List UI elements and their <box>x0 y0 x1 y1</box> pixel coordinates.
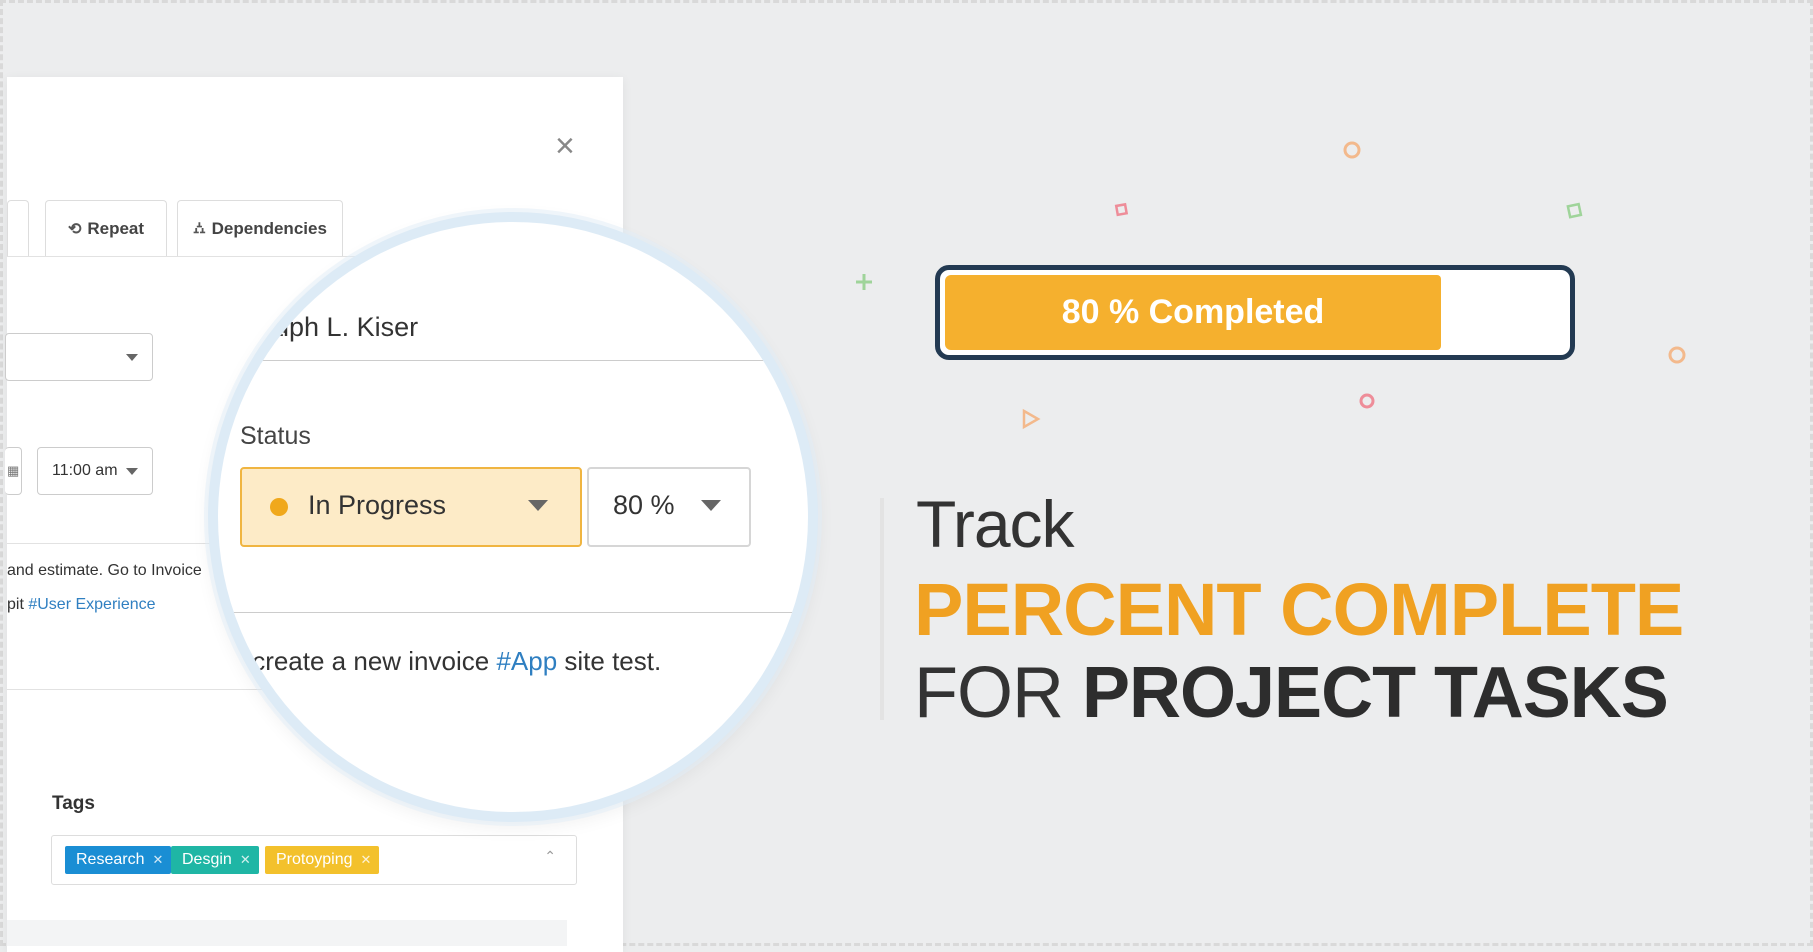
tab-previous[interactable] <box>7 200 29 257</box>
status-select[interactable]: In Progress <box>240 467 582 547</box>
headline-divider <box>880 498 884 720</box>
lens-description-suffix: site test. <box>557 646 662 676</box>
close-icon[interactable]: × <box>555 129 575 163</box>
magnifier-lens: Assign alph L. Kiser Status In Progress … <box>208 212 818 822</box>
hashtag-link[interactable]: #App <box>496 646 557 676</box>
tag-label: Protoyping <box>276 851 353 868</box>
headline-track: Track <box>916 487 1075 561</box>
progress-bar: 80 % Completed <box>935 265 1575 360</box>
repeat-icon: ⟲ <box>67 221 82 238</box>
circle-confetti-icon <box>1343 141 1361 159</box>
close-icon[interactable]: ✕ <box>361 852 372 868</box>
headline-project-tasks: PROJECT TASKS <box>1081 653 1669 733</box>
close-icon[interactable]: ✕ <box>240 852 251 868</box>
lens-divider <box>218 612 808 613</box>
hashtag-link[interactable]: #User Experience <box>28 596 155 613</box>
description-line-1: and estimate. Go to Invoice <box>7 562 202 579</box>
section-divider <box>7 543 237 544</box>
percent-value: 80 % <box>613 490 675 520</box>
status-value: In Progress <box>308 490 447 520</box>
tag-design[interactable]: Desgin ✕ <box>171 846 259 874</box>
date-field[interactable]: ▦ <box>5 447 22 495</box>
time-value: 11:00 am <box>52 462 118 479</box>
circle-confetti-icon <box>1668 346 1686 364</box>
status-dot-icon <box>270 498 288 516</box>
tag-label: Desgin <box>182 851 232 868</box>
tag-prototyping[interactable]: Protoyping ✕ <box>265 846 380 874</box>
description-line-2: pit #User Experience <box>7 596 156 614</box>
tab-repeat[interactable]: ⟲ Repeat <box>45 200 167 257</box>
headline-for-project-tasks: FOR PROJECT TASKS <box>914 652 1669 734</box>
calendar-icon: ▦ <box>7 463 20 478</box>
status-label: Status <box>240 422 311 450</box>
chevron-down-icon <box>126 468 138 475</box>
tags-input[interactable]: Research ✕ Desgin ✕ Protoyping ✕ ⌃ <box>51 835 577 885</box>
chevron-up-icon[interactable]: ⌃ <box>544 848 556 865</box>
tab-repeat-label: Repeat <box>87 219 145 238</box>
triangle-confetti-icon <box>1022 408 1041 430</box>
assignee-name: alph L. Kiser <box>268 312 419 342</box>
panel-footer <box>7 920 567 946</box>
assignee-field-line <box>234 360 808 361</box>
plus-confetti-icon <box>856 274 872 290</box>
percent-select[interactable]: 80 % <box>587 467 751 547</box>
lens-description-prefix: ' create a new invoice <box>240 646 497 676</box>
headline-for: FOR <box>914 653 1082 733</box>
chevron-down-icon <box>126 354 138 361</box>
tags-label: Tags <box>52 793 95 814</box>
circle-confetti-icon <box>1359 393 1375 409</box>
chevron-down-icon <box>701 500 721 511</box>
assignee-field[interactable] <box>234 360 245 400</box>
dependencies-icon: ⛼ <box>193 220 206 237</box>
square-confetti-icon <box>1114 202 1129 217</box>
chevron-down-icon <box>528 500 548 511</box>
description-line-2-prefix: pit <box>7 596 29 613</box>
tag-label: Research <box>76 851 145 868</box>
project-select[interactable] <box>5 333 153 381</box>
headline-percent-complete: PERCENT COMPLETE <box>914 568 1684 651</box>
square-confetti-icon <box>1566 202 1583 219</box>
progress-label: 80 % Completed <box>1061 293 1325 331</box>
time-select[interactable]: 11:00 am <box>37 447 153 495</box>
close-icon[interactable]: ✕ <box>152 852 163 868</box>
lens-description: ' create a new invoice #App site test. <box>240 646 661 677</box>
tag-research[interactable]: Research ✕ <box>65 846 172 874</box>
